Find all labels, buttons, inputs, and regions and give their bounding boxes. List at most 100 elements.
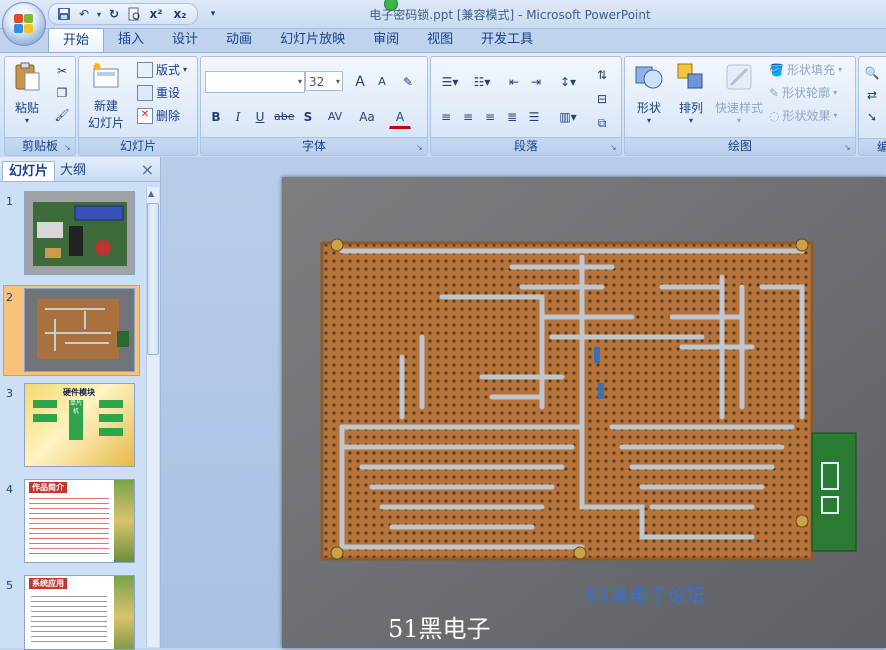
thumb-number: 5 xyxy=(6,579,13,592)
align-text-icon[interactable]: ⊟ xyxy=(591,89,613,109)
office-button[interactable] xyxy=(2,2,46,46)
font-group: ▾ 32 ▾ A A ✎ B I U abe S AV Aa A 字体 ↘ xyxy=(200,56,428,156)
shape-outline-label: 形状轮廓 xyxy=(782,86,831,100)
shapes-button[interactable]: 形状 ▾ xyxy=(629,61,669,125)
cut-icon[interactable]: ✂ xyxy=(51,61,73,81)
paragraph-launcher-icon[interactable]: ↘ xyxy=(610,143,619,152)
paste-button[interactable]: 粘贴 ▾ xyxy=(7,61,47,125)
close-icon[interactable]: × xyxy=(141,160,154,179)
align-right-icon[interactable]: ≡ xyxy=(479,107,501,127)
scrollbar-thumb[interactable] xyxy=(147,203,159,355)
thumb-number: 3 xyxy=(6,387,13,400)
save-icon[interactable] xyxy=(55,5,73,23)
shape-effects-button[interactable]: ◌ 形状效果 ▾ xyxy=(769,107,838,125)
italic-button[interactable]: I xyxy=(227,107,249,127)
strike-button[interactable]: abe xyxy=(273,107,295,127)
select-icon[interactable]: ➘ xyxy=(861,107,883,127)
align-center-icon[interactable]: ≡ xyxy=(457,107,479,127)
delete-button[interactable]: ✕ 删除 xyxy=(137,107,180,125)
shrink-font-button[interactable]: A xyxy=(371,72,393,92)
quick-access-toolbar: ↶ ▾ ↻ x² x₂ xyxy=(48,3,198,25)
reset-button[interactable]: 重设 xyxy=(137,84,180,102)
smartart-icon[interactable]: ⧉ xyxy=(591,113,613,133)
quick-styles-label: 快速样式 xyxy=(714,101,763,115)
shape-fill-button[interactable]: 🪣 形状填充 ▾ xyxy=(769,61,842,79)
slide-thumbnail[interactable]: 作品简介 xyxy=(24,479,135,563)
thumb-3-chip: 单片机 xyxy=(69,400,83,440)
reset-label: 重设 xyxy=(156,86,181,100)
tab-design[interactable]: 设计 xyxy=(158,28,212,52)
slide-thumbnail-selected[interactable] xyxy=(24,288,135,372)
quick-styles-button[interactable]: 快速样式 ▾ xyxy=(711,61,767,125)
outline-icon: ✎ xyxy=(769,86,780,100)
clear-format-icon[interactable]: ✎ xyxy=(397,72,419,92)
underline-button[interactable]: U xyxy=(249,107,271,127)
font-launcher-icon[interactable]: ↘ xyxy=(416,143,425,152)
tab-outline[interactable]: 大纲 xyxy=(54,161,92,180)
justify-icon[interactable]: ≣ xyxy=(501,107,523,127)
change-case-button[interactable]: Aa xyxy=(353,107,381,127)
quick-styles-icon xyxy=(723,61,755,93)
font-color-button[interactable]: A xyxy=(389,107,411,129)
slides-group: ✹ 新建 幻灯片 版式 ▾ 重设 ✕ 删除 幻灯片 xyxy=(78,56,198,156)
align-left-icon[interactable]: ≡ xyxy=(435,107,457,127)
columns-icon[interactable]: ▥▾ xyxy=(553,107,583,127)
bullets-icon[interactable]: ☰▾ xyxy=(435,72,465,92)
subscript-icon[interactable]: x₂ xyxy=(169,5,191,23)
tab-slideshow[interactable]: 幻灯片放映 xyxy=(266,28,359,52)
undo-icon[interactable]: ↶ xyxy=(75,5,93,23)
copy-icon[interactable]: ❐ xyxy=(51,83,73,103)
tab-home[interactable]: 开始 xyxy=(48,28,105,53)
line-spacing-icon[interactable]: ↕▾ xyxy=(553,72,583,92)
ribbon: 粘贴 ▾ ✂ ❐ 🖌 剪贴板 ↘ ✹ 新建 幻灯片 版式 ▾ 重设 ✕ 删除 幻灯片… xyxy=(0,52,886,158)
svg-text:✹: ✹ xyxy=(92,61,102,74)
shapes-label: 形状 xyxy=(636,101,661,115)
drawing-launcher-icon[interactable]: ↘ xyxy=(844,143,853,152)
font-group-label: 字体 xyxy=(201,137,427,155)
arrange-icon xyxy=(675,61,707,93)
decrease-indent-icon[interactable]: ⇤ xyxy=(503,72,525,92)
arrange-button[interactable]: 排列 ▾ xyxy=(671,61,711,125)
find-icon[interactable]: 🔍 xyxy=(861,63,883,83)
tab-review[interactable]: 审阅 xyxy=(359,28,413,52)
shape-outline-button[interactable]: ✎ 形状轮廓 ▾ xyxy=(769,84,837,102)
preview-icon[interactable] xyxy=(125,5,143,23)
format-painter-icon[interactable]: 🖌 xyxy=(51,105,73,125)
undo-dropdown-icon[interactable]: ▾ xyxy=(95,5,103,23)
new-slide-button[interactable]: ✹ 新建 幻灯片 xyxy=(83,60,129,131)
superscript-icon[interactable]: x² xyxy=(145,5,167,23)
tab-insert[interactable]: 插入 xyxy=(104,28,158,52)
increase-indent-icon[interactable]: ⇥ xyxy=(525,72,547,92)
tab-slides[interactable]: 幻灯片 xyxy=(2,161,56,181)
tab-view[interactable]: 视图 xyxy=(413,28,467,52)
numbering-icon[interactable]: ☷▾ xyxy=(467,72,497,92)
customize-qat-icon[interactable]: ▾ xyxy=(204,5,222,23)
scroll-up-icon[interactable]: ▲ xyxy=(148,189,154,198)
drawing-group: 形状 ▾ 排列 ▾ 快速样式 ▾ 🪣 形状填充 ▾ ✎ 形状轮廓 ▾ ◌ 形状效果 ▾ 绘图… xyxy=(624,56,856,156)
spacing-button[interactable]: AV xyxy=(321,107,349,127)
tab-developer[interactable]: 开发工具 xyxy=(467,28,547,52)
thumb-1-image xyxy=(25,192,134,274)
slides-group-label: 幻灯片 xyxy=(79,137,197,155)
font-name-box[interactable]: ▾ xyxy=(205,71,305,93)
slide-thumbnail[interactable]: 系统应用 xyxy=(24,575,135,650)
redo-icon[interactable]: ↻ xyxy=(105,5,123,23)
layout-button[interactable]: 版式 ▾ xyxy=(137,61,187,79)
font-size-box[interactable]: 32 ▾ xyxy=(305,71,343,91)
clipboard-launcher-icon[interactable]: ↘ xyxy=(64,143,73,152)
text-direction-icon[interactable]: ⇅ xyxy=(591,65,613,85)
slide-thumbnail[interactable]: 硬件模块 单片机 xyxy=(24,383,135,467)
shadow-button[interactable]: S xyxy=(297,107,319,127)
replace-icon[interactable]: ⇄ xyxy=(861,85,883,105)
pcb-photo xyxy=(282,177,886,648)
current-slide[interactable]: 51黑电子 51黑电子论坛 xyxy=(282,177,886,648)
shape-fill-label: 形状填充 xyxy=(786,63,835,77)
paste-label: 粘贴 xyxy=(14,101,39,115)
distributed-icon[interactable]: ☰ xyxy=(523,107,545,127)
slide-thumbnail[interactable] xyxy=(24,191,135,275)
tab-animations[interactable]: 动画 xyxy=(212,28,266,52)
bold-button[interactable]: B xyxy=(205,107,227,127)
grow-font-button[interactable]: A xyxy=(349,72,371,92)
shape-effects-label: 形状效果 xyxy=(782,109,831,123)
thumb-4-title: 作品简介 xyxy=(29,482,67,493)
